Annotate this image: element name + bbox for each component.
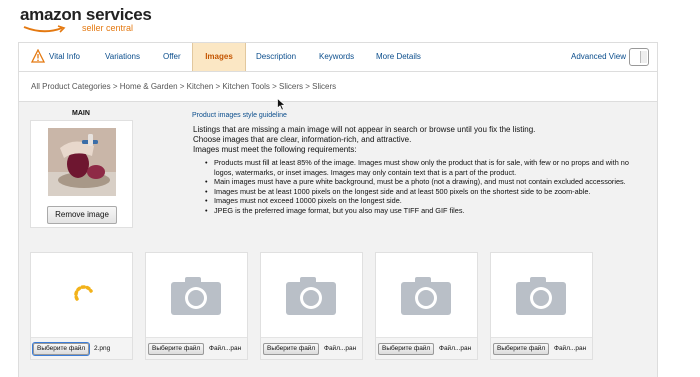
tab-vital-info[interactable]: Vital Info <box>49 43 99 71</box>
camera-icon <box>516 277 566 315</box>
choose-file-button[interactable]: Выберите файл <box>148 343 205 355</box>
main-product-photo[interactable] <box>48 128 116 196</box>
header: amazon services seller central <box>0 0 700 38</box>
file-picker-bar: Выберите файл Файл...ран <box>491 337 592 359</box>
requirement-item: Products must fill at least 85% of the i… <box>205 158 645 177</box>
smile-icon <box>23 25 66 33</box>
intro-line: Choose images that are clear, informatio… <box>193 135 412 144</box>
camera-icon <box>171 277 221 315</box>
intro-line: Listings that are missing a main image w… <box>193 125 536 134</box>
requirements-list: Products must fill at least 85% of the i… <box>205 158 645 215</box>
file-picker-bar: Выберите файл Файл...ран <box>261 337 362 359</box>
advanced-view-label[interactable]: Advanced View <box>571 43 629 71</box>
selected-file-name: Файл...ран <box>554 345 587 352</box>
image-slot-3[interactable]: Выберите файл Файл...ран <box>260 252 363 360</box>
breadcrumb[interactable]: All Product Categories > Home & Garden >… <box>18 72 658 102</box>
choose-file-button[interactable]: Выберите файл <box>263 343 320 355</box>
remove-image-button[interactable]: Remove image <box>47 206 117 224</box>
advanced-view-toggle[interactable] <box>629 48 649 66</box>
logo-sub-text: seller central <box>82 23 134 33</box>
amazon-services-logo[interactable]: amazon services seller central <box>20 5 160 35</box>
file-picker-bar: Выберите файл Файл...ран <box>376 337 477 359</box>
image-guidelines-intro: Listings that are missing a main image w… <box>193 125 643 155</box>
style-guideline-link[interactable]: Product images style guideline <box>192 112 287 119</box>
image-slot-4[interactable]: Выберите файл Файл...ран <box>375 252 478 360</box>
file-picker-bar: Выберите файл Файл...ран <box>146 337 247 359</box>
main-image-label: MAIN <box>72 110 90 117</box>
choose-file-button[interactable]: Выберите файл <box>493 343 550 355</box>
image-slot-1: Выберите файл 2.png <box>30 252 133 360</box>
choose-file-button[interactable]: Выберите файл <box>31 342 91 356</box>
tab-bar: Vital Info Variations Offer Images Descr… <box>18 42 658 72</box>
camera-icon <box>401 277 451 315</box>
tab-images[interactable]: Images <box>192 43 246 71</box>
warning-icon <box>31 49 45 63</box>
tab-offer[interactable]: Offer <box>163 43 189 71</box>
mouse-cursor-icon <box>277 98 286 111</box>
image-slot-2[interactable]: Выберите файл Файл...ран <box>145 252 248 360</box>
image-slot-5[interactable]: Выберите файл Файл...ран <box>490 252 593 360</box>
selected-file-name: Файл...ран <box>439 345 472 352</box>
loading-spinner-icon <box>74 285 93 301</box>
camera-icon <box>286 277 336 315</box>
requirement-item: Main images must have a pure white backg… <box>205 177 645 187</box>
tab-variations[interactable]: Variations <box>105 43 149 71</box>
selected-file-name: Файл...ран <box>209 345 242 352</box>
tab-description[interactable]: Description <box>256 43 302 71</box>
requirement-item: Images must not exceed 10000 pixels on t… <box>205 196 645 206</box>
requirement-item: JPEG is the preferred image format, but … <box>205 206 645 216</box>
tab-more-details[interactable]: More Details <box>376 43 428 71</box>
file-picker-bar: Выберите файл 2.png <box>31 337 132 359</box>
choose-file-button[interactable]: Выберите файл <box>378 343 435 355</box>
selected-file-name: 2.png <box>94 345 111 352</box>
intro-line: Images must meet the following requireme… <box>193 145 357 154</box>
tab-keywords[interactable]: Keywords <box>319 43 359 71</box>
selected-file-name: Файл...ран <box>324 345 357 352</box>
logo-main-text: amazon services <box>20 5 152 24</box>
requirement-item: Images must be at least 1000 pixels on t… <box>205 187 645 197</box>
